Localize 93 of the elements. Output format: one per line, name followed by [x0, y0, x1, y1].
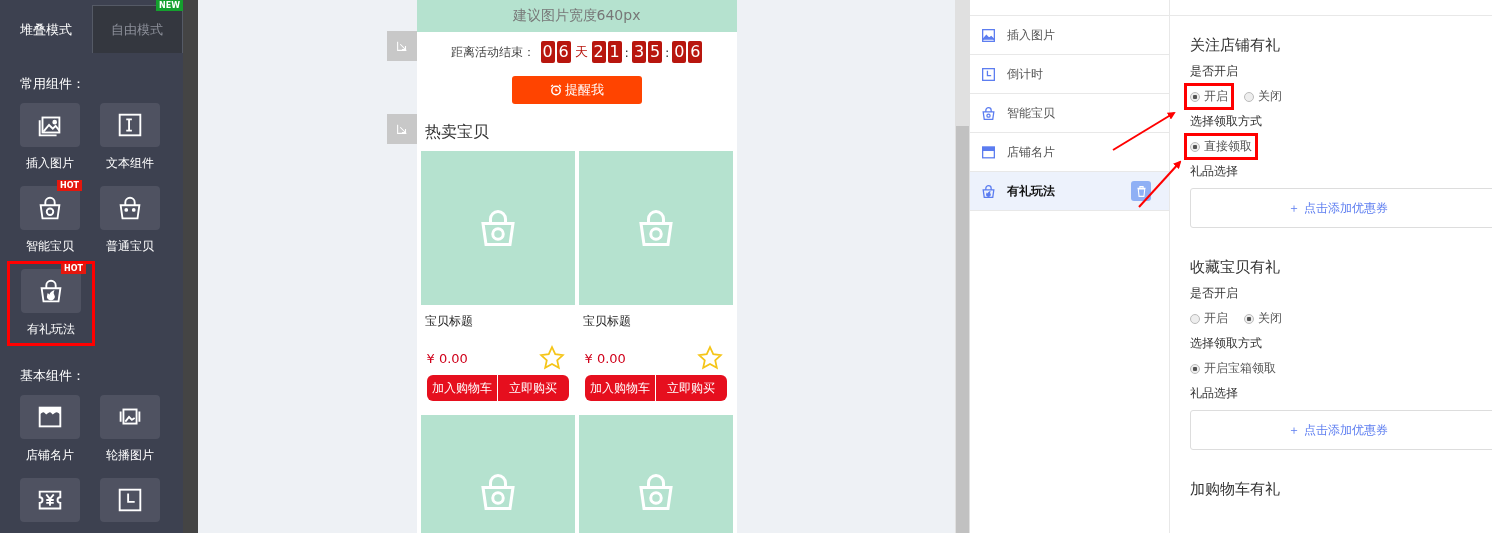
component-tile[interactable]: [100, 186, 160, 230]
component-label: 轮播图片: [106, 447, 154, 464]
section-title: 热卖宝贝: [423, 121, 490, 143]
field-label: 是否开启: [1190, 285, 1239, 302]
component-list-item[interactable]: 倒计时: [970, 55, 1169, 94]
drag-handle[interactable]: [386, 31, 417, 61]
separator: :: [624, 44, 629, 60]
annotation-arrow: [1112, 111, 1176, 151]
component-tile[interactable]: [100, 478, 160, 522]
component-item[interactable]: 轮播图片: [90, 388, 170, 471]
component-item[interactable]: HOT 有礼玩法: [8, 262, 94, 345]
banner-hint: 建议图片宽度640px: [512, 7, 641, 25]
component-item[interactable]: 插入图片: [10, 96, 90, 179]
add-to-cart-button[interactable]: 加入购物车: [426, 375, 497, 401]
countdown-digit: 5: [648, 41, 662, 63]
component-list-item[interactable]: 有礼玩法: [970, 172, 1169, 211]
new-badge: NEW: [156, 0, 183, 11]
section-title: 关注店铺有礼: [1190, 36, 1281, 55]
countdown-digit: 0: [540, 41, 555, 63]
field-label: 选择领取方式: [1190, 113, 1263, 130]
section-title: 加购物车有礼: [1190, 480, 1281, 499]
radio-option[interactable]: 开启: [1187, 308, 1231, 329]
add-coupon-button[interactable]: ＋ 点击添加优惠券: [1190, 410, 1492, 450]
component-tile[interactable]: [20, 186, 80, 230]
component-label: 有礼玩法: [27, 321, 75, 338]
component-label: 普通宝贝: [106, 238, 154, 255]
component-tile[interactable]: [100, 395, 160, 439]
star-icon[interactable]: [696, 345, 723, 371]
countdown-label: 距离活动结束：: [450, 43, 535, 61]
field-label: 礼品选择: [1190, 385, 1239, 402]
trash-icon: [1134, 184, 1148, 198]
radio-button[interactable]: [1244, 91, 1254, 102]
group-title: 常用组件：: [19, 75, 86, 93]
field-label: 选择领取方式: [1190, 335, 1263, 352]
section-title: 收藏宝贝有礼: [1190, 258, 1281, 277]
component-tile[interactable]: [100, 103, 160, 147]
group-title: 基本组件：: [19, 367, 86, 385]
resize-icon: [394, 39, 409, 53]
component-label: 文本组件: [106, 155, 154, 172]
add-to-cart-button[interactable]: 加入购物车: [584, 375, 655, 401]
buy-now-button[interactable]: 立即购买: [498, 375, 569, 401]
countdown-digit: 6: [688, 41, 703, 63]
radio-option[interactable]: 直接领取: [1187, 136, 1255, 157]
countdown-digit: 1: [607, 41, 622, 63]
component-tile[interactable]: [21, 269, 81, 313]
field-label: 礼品选择: [1190, 163, 1239, 180]
countdown-digit: 6: [556, 41, 571, 63]
alarm-clock-icon: [549, 84, 562, 96]
radio-button[interactable]: [1190, 363, 1200, 374]
delete-button[interactable]: [1131, 181, 1151, 201]
radio-option[interactable]: 关闭: [1241, 308, 1285, 329]
component-item[interactable]: 文本组件: [90, 96, 170, 179]
basket-target-icon: [980, 104, 997, 122]
radio-option[interactable]: 开启宝箱领取: [1187, 358, 1279, 379]
image-icon: [980, 26, 997, 44]
radio-button[interactable]: [1244, 313, 1254, 324]
add-coupon-button[interactable]: ＋ 点击添加优惠券: [1190, 188, 1492, 228]
component-list-item[interactable]: 智能宝贝: [970, 94, 1169, 133]
product-price: ¥ 0.00: [426, 350, 468, 366]
component-item[interactable]: HOT 智能宝贝: [10, 179, 90, 262]
component-label: 智能宝贝: [26, 238, 74, 255]
component-list-item[interactable]: 插入图片: [970, 16, 1169, 55]
component-item[interactable]: 普通宝贝: [90, 179, 170, 262]
field-label: 是否开启: [1190, 63, 1239, 80]
drag-handle[interactable]: [386, 114, 417, 144]
component-tile[interactable]: [20, 395, 80, 439]
product-title: 宝贝标题: [581, 313, 632, 330]
day-unit: 天: [574, 43, 588, 61]
component-label: 插入图片: [26, 155, 74, 172]
radio-button[interactable]: [1190, 91, 1200, 102]
hot-badge: HOT: [57, 180, 82, 191]
countdown-digit: 0: [672, 41, 687, 63]
component-label: 店铺名片: [26, 447, 74, 464]
component-tile[interactable]: [20, 103, 80, 147]
scrollbar[interactable]: [955, 0, 970, 533]
radio-option[interactable]: 关闭: [1241, 86, 1285, 107]
buy-now-button[interactable]: 立即购买: [656, 375, 727, 401]
annotation-arrow: [1138, 160, 1182, 208]
resize-icon: [394, 122, 409, 136]
product-price: ¥ 0.00: [584, 350, 626, 366]
countdown-digit: 3: [632, 41, 646, 63]
component-tile[interactable]: [20, 478, 80, 522]
countdown-digit: 2: [591, 41, 606, 63]
radio-option[interactable]: 开启: [1187, 86, 1231, 107]
radio-button[interactable]: [1190, 313, 1200, 324]
hot-badge: HOT: [61, 263, 86, 274]
clock-icon: [980, 65, 997, 83]
component-item[interactable]: 店铺名片: [10, 388, 90, 471]
basket-flame-icon: [980, 182, 997, 200]
radio-button[interactable]: [1190, 141, 1200, 152]
star-icon[interactable]: [538, 345, 565, 371]
separator: :: [665, 44, 670, 60]
product-title: 宝贝标题: [423, 313, 474, 330]
